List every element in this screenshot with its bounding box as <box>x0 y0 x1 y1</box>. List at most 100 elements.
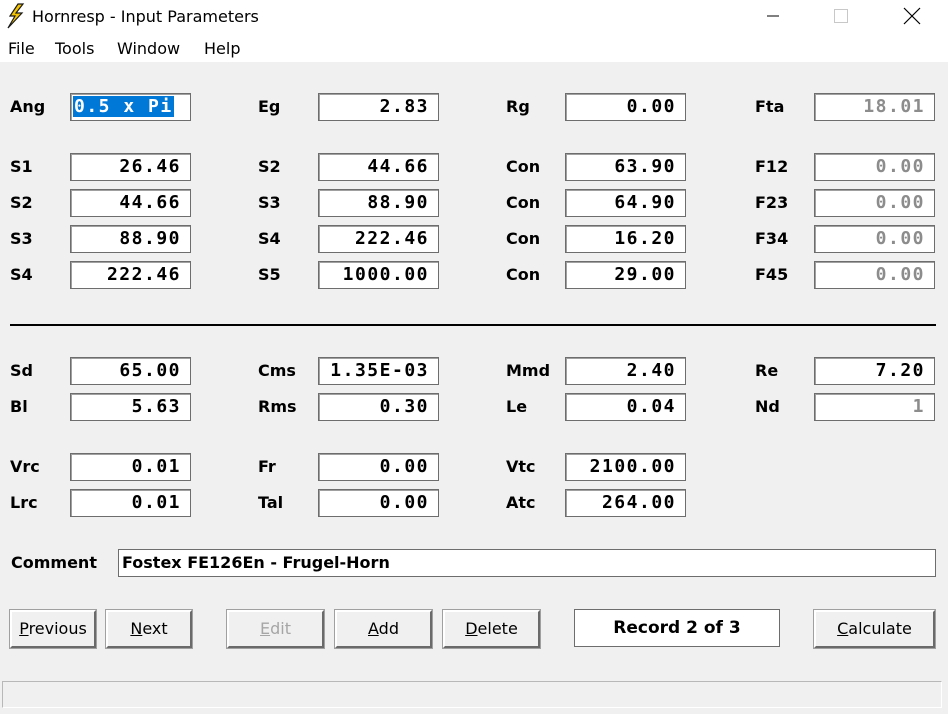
menu-bar: File Tools Window Help <box>0 34 948 62</box>
label-nd: Nd <box>755 397 780 416</box>
label-s5: S5 <box>258 265 281 284</box>
ang-selected-text: 0.5 x Pi <box>73 96 174 117</box>
label-s2: S2 <box>258 157 281 176</box>
next-button[interactable]: Next <box>105 609 193 649</box>
maximize-icon <box>834 9 848 23</box>
section-divider <box>10 324 936 326</box>
label-con: Con <box>506 265 541 284</box>
field-con-3[interactable]: 16.20 <box>565 225 686 253</box>
field-ang[interactable]: 0.5 x Pi <box>70 93 191 121</box>
label-f45: F45 <box>755 265 789 284</box>
label-cms: Cms <box>258 361 296 380</box>
add-label: dd <box>378 619 399 638</box>
label-mmd: Mmd <box>506 361 551 380</box>
record-indicator: Record 2 of 3 <box>574 609 780 647</box>
label-atc: Atc <box>506 493 536 512</box>
field-f34: 0.00 <box>814 225 935 253</box>
close-icon <box>903 7 921 25</box>
title-bar[interactable]: Hornresp - Input Parameters <box>0 0 948 34</box>
lightning-bolt-icon <box>7 3 25 29</box>
field-con-1[interactable]: 63.90 <box>565 153 686 181</box>
field-f23: 0.00 <box>814 189 935 217</box>
menu-file[interactable]: File <box>8 39 35 58</box>
close-button[interactable] <box>889 0 935 32</box>
next-label: ext <box>142 619 168 638</box>
field-atc[interactable]: 264.00 <box>565 489 686 517</box>
label-lrc: Lrc <box>10 493 38 512</box>
edit-mnemonic: E <box>260 619 271 638</box>
field-le[interactable]: 0.04 <box>565 393 686 421</box>
label-sd: Sd <box>10 361 33 380</box>
previous-label: revious <box>28 619 87 638</box>
label-le: Le <box>506 397 528 416</box>
previous-mnemonic: P <box>19 619 29 638</box>
field-fr[interactable]: 0.00 <box>318 453 439 481</box>
next-mnemonic: N <box>130 619 143 638</box>
calculate-mnemonic: C <box>837 619 849 638</box>
field-s1[interactable]: 26.46 <box>70 153 191 181</box>
edit-label: dit <box>270 619 291 638</box>
menu-tools[interactable]: Tools <box>55 39 94 58</box>
field-s3-seg3[interactable]: 88.90 <box>70 225 191 253</box>
field-bl[interactable]: 5.63 <box>70 393 191 421</box>
field-con-2[interactable]: 64.90 <box>565 189 686 217</box>
calculate-button[interactable]: Calculate <box>813 609 936 649</box>
label-s1: S1 <box>10 157 33 176</box>
comment-input[interactable]: Fostex FE126En - Frugel-Horn <box>118 549 936 577</box>
label-rg: Rg <box>506 97 530 116</box>
field-cms[interactable]: 1.35E-03 <box>318 357 439 385</box>
field-s4-seg4[interactable]: 222.46 <box>70 261 191 289</box>
minimize-icon <box>767 15 779 17</box>
label-ang: Ang <box>10 97 46 116</box>
menu-help[interactable]: Help <box>204 39 240 58</box>
status-bar <box>2 681 942 708</box>
field-tal[interactable]: 0.00 <box>318 489 439 517</box>
add-mnemonic: A <box>368 619 379 638</box>
edit-button[interactable]: Edit <box>226 609 325 649</box>
label-con: Con <box>506 229 541 248</box>
label-s2: S2 <box>10 193 33 212</box>
label-s3: S3 <box>10 229 33 248</box>
label-con: Con <box>506 193 541 212</box>
field-con-4[interactable]: 29.00 <box>565 261 686 289</box>
previous-button[interactable]: Previous <box>9 609 97 649</box>
label-re: Re <box>755 361 779 380</box>
label-vrc: Vrc <box>10 457 40 476</box>
field-f45: 0.00 <box>814 261 935 289</box>
label-f34: F34 <box>755 229 789 248</box>
field-mmd[interactable]: 2.40 <box>565 357 686 385</box>
field-s5[interactable]: 1000.00 <box>318 261 439 289</box>
field-f12: 0.00 <box>814 153 935 181</box>
field-fta: 18.01 <box>814 93 935 121</box>
label-tal: Tal <box>258 493 284 512</box>
field-s4[interactable]: 222.46 <box>318 225 439 253</box>
field-s2-seg2[interactable]: 44.66 <box>70 189 191 217</box>
field-rg[interactable]: 0.00 <box>565 93 686 121</box>
label-f12: F12 <box>755 157 789 176</box>
field-rms[interactable]: 0.30 <box>318 393 439 421</box>
window-title: Hornresp - Input Parameters <box>32 7 259 26</box>
field-sd[interactable]: 65.00 <box>70 357 191 385</box>
label-eg: Eg <box>258 97 281 116</box>
field-re[interactable]: 7.20 <box>814 357 935 385</box>
add-button[interactable]: Add <box>334 609 433 649</box>
label-vtc: Vtc <box>506 457 536 476</box>
delete-button[interactable]: Delete <box>442 609 541 649</box>
delete-label: elete <box>477 619 518 638</box>
field-eg[interactable]: 2.83 <box>318 93 439 121</box>
minimize-button[interactable] <box>750 0 796 32</box>
field-s2[interactable]: 44.66 <box>318 153 439 181</box>
field-s3[interactable]: 88.90 <box>318 189 439 217</box>
maximize-button[interactable] <box>818 0 864 32</box>
label-fta: Fta <box>755 97 785 116</box>
menu-window[interactable]: Window <box>117 39 180 58</box>
field-vrc[interactable]: 0.01 <box>70 453 191 481</box>
label-con: Con <box>506 157 541 176</box>
field-vtc[interactable]: 2100.00 <box>565 453 686 481</box>
field-lrc[interactable]: 0.01 <box>70 489 191 517</box>
field-nd: 1 <box>814 393 935 421</box>
label-f23: F23 <box>755 193 789 212</box>
label-s3: S3 <box>258 193 281 212</box>
label-s4: S4 <box>10 265 33 284</box>
calculate-label: alculate <box>848 619 912 638</box>
